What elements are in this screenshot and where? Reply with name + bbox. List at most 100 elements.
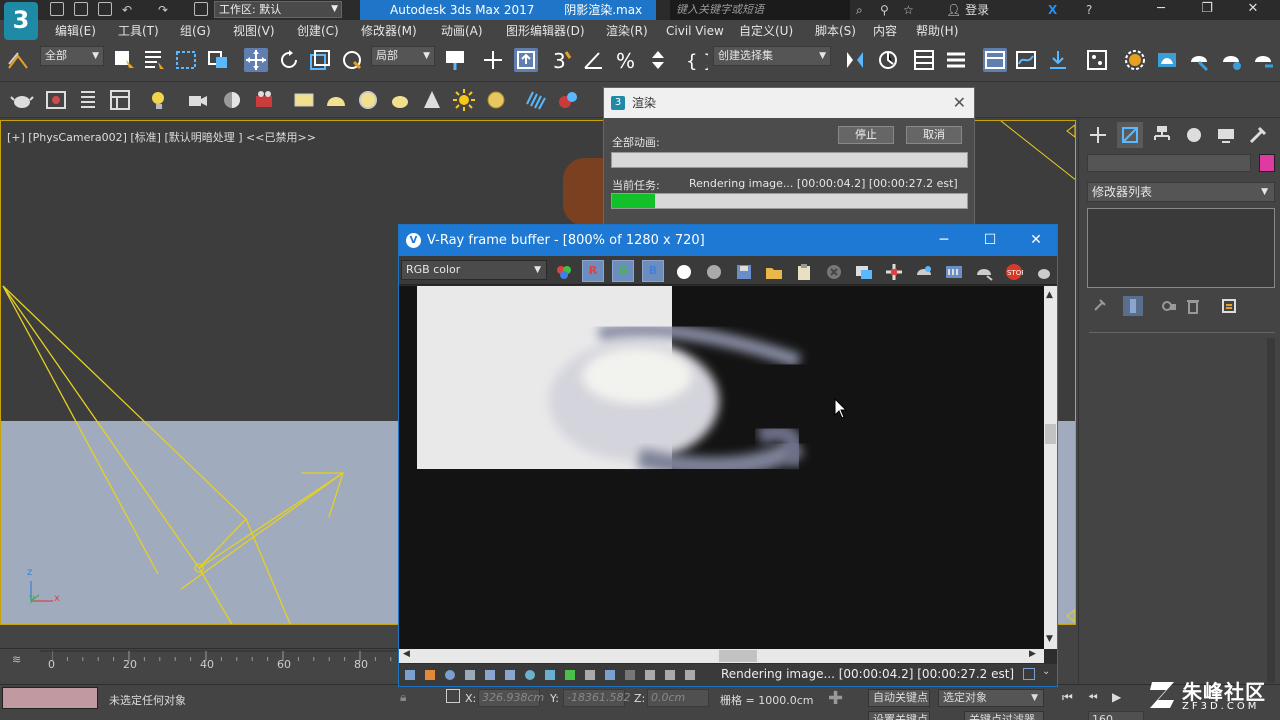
selection-filter-dropdown[interactable]: 全部 ▼: [40, 46, 104, 66]
menu-edit[interactable]: 编辑(E): [55, 23, 96, 39]
scene-explorer-icon[interactable]: [912, 48, 936, 72]
select-and-place-icon[interactable]: [340, 48, 364, 72]
play-icon[interactable]: ▶: [1112, 690, 1121, 704]
link-icon[interactable]: [6, 50, 30, 74]
select-manipulate-icon[interactable]: [481, 48, 505, 72]
selected-object-dropdown[interactable]: 选定对象 ▼: [938, 689, 1044, 707]
render-frame-icon[interactable]: [44, 88, 68, 112]
menu-modifiers[interactable]: 修改器(M): [361, 23, 417, 39]
maxscript-listener-swatch[interactable]: [2, 687, 98, 709]
menu-graph-editors[interactable]: 图形编辑器(D): [506, 23, 585, 39]
viewport-label[interactable]: [+] [PhysCamera002] [标准] [默认明暗处理 ] <<已禁用…: [7, 129, 316, 145]
previous-frame-icon[interactable]: ⏪︎: [1088, 690, 1098, 705]
pivot-center-icon[interactable]: [443, 48, 467, 72]
minimize-button[interactable]: ─: [1146, 0, 1176, 20]
new-file-icon[interactable]: [50, 2, 64, 16]
expand-icon[interactable]: ⌄: [1042, 666, 1050, 677]
project-folder-icon[interactable]: [194, 2, 208, 16]
render-iterative-icon[interactable]: [1219, 48, 1243, 72]
timeline[interactable]: ≋ 0 20 40 60 80: [0, 648, 398, 682]
render-last-icon[interactable]: [975, 263, 993, 281]
render-region-icon[interactable]: [915, 263, 933, 281]
help-icon[interactable]: ?: [1086, 2, 1092, 18]
save-file-icon[interactable]: [98, 2, 112, 16]
close-button[interactable]: ✕: [1238, 0, 1268, 20]
panel-scrollbar[interactable]: [1267, 338, 1275, 683]
binoculars-icon[interactable]: ⌕: [856, 2, 863, 18]
ribbon-toggle-icon[interactable]: [983, 48, 1007, 72]
maximize-button[interactable]: ☐: [973, 225, 1007, 256]
curve-editor-icon[interactable]: [1014, 48, 1038, 72]
vray-light-icon[interactable]: [148, 88, 172, 112]
modifier-stack[interactable]: [1087, 208, 1275, 288]
minimize-button[interactable]: ─: [927, 225, 961, 256]
menu-content[interactable]: 内容: [873, 23, 897, 39]
material-editor-icon[interactable]: [1085, 48, 1109, 72]
vfb-bottom-tools[interactable]: [403, 668, 713, 682]
reference-coordinate-dropdown[interactable]: 局部 ▼: [371, 46, 435, 66]
alpha-white-icon[interactable]: [675, 263, 693, 281]
menu-scripting[interactable]: 脚本(S): [815, 23, 856, 39]
select-and-scale-icon[interactable]: [308, 48, 332, 72]
vray-log-icon[interactable]: [76, 88, 100, 112]
scroll-right-icon[interactable]: ▶: [1029, 649, 1036, 659]
cancel-button[interactable]: 取消: [906, 126, 962, 144]
object-color-swatch[interactable]: [1259, 154, 1275, 172]
app-logo[interactable]: 3: [4, 2, 38, 40]
make-unique-icon[interactable]: [1159, 296, 1179, 316]
modify-tab-icon[interactable]: [1117, 122, 1143, 148]
star-icon[interactable]: ☆: [903, 2, 914, 18]
set-key-button[interactable]: 设置关键点: [868, 711, 930, 720]
vray-fur-icon[interactable]: [524, 88, 548, 112]
login-button[interactable]: 👤︎ 登录: [946, 0, 989, 20]
menu-group[interactable]: 组(G): [180, 23, 211, 39]
utilities-tab-icon[interactable]: [1245, 122, 1271, 148]
align-icon[interactable]: [876, 48, 900, 72]
render-cloud-icon[interactable]: [1251, 48, 1275, 72]
close-button[interactable]: ✕: [1019, 225, 1053, 256]
vertical-scrollbar[interactable]: ▲ ▼: [1044, 286, 1057, 649]
close-icon[interactable]: ✕: [953, 88, 966, 118]
green-channel-button[interactable]: G: [612, 260, 634, 282]
display-tab-icon[interactable]: [1213, 122, 1239, 148]
open-file-icon[interactable]: [74, 2, 88, 16]
teapot-icon[interactable]: [10, 88, 34, 112]
menu-tools[interactable]: 工具(T): [118, 23, 159, 39]
z-coord-field[interactable]: 0.0cm: [647, 689, 709, 707]
angle-snap-icon[interactable]: [582, 48, 606, 72]
object-name-field[interactable]: [1087, 154, 1251, 172]
copy-to-max-fb-icon[interactable]: [855, 263, 873, 281]
vray-dome-camera-icon[interactable]: [252, 88, 276, 112]
y-coord-field[interactable]: -18361.582: [563, 689, 630, 707]
absolute-mode-icon[interactable]: [446, 689, 460, 703]
vray-sphere-light-icon[interactable]: [356, 88, 380, 112]
vray-sphere-icon[interactable]: [220, 88, 244, 112]
auto-key-button[interactable]: 自动关键点: [868, 689, 930, 707]
select-and-move-icon[interactable]: [244, 48, 268, 72]
subscription-icon[interactable]: ⚲: [880, 2, 889, 18]
hierarchy-tab-icon[interactable]: [1149, 122, 1175, 148]
search-input[interactable]: 键入关键字或短语: [670, 0, 850, 20]
vray-camera-icon[interactable]: [186, 88, 210, 112]
lock-selection-icon[interactable]: 🔒︎: [400, 690, 406, 705]
undo-icon[interactable]: ↶: [122, 2, 132, 18]
menu-animation[interactable]: 动画(A): [441, 23, 483, 39]
select-object-icon[interactable]: [112, 48, 136, 72]
layer-explorer-icon[interactable]: [944, 48, 968, 72]
menu-customize[interactable]: 自定义(U): [739, 23, 793, 39]
load-image-icon[interactable]: [765, 263, 783, 281]
configure-modifier-sets-icon[interactable]: [1219, 296, 1239, 316]
goto-start-icon[interactable]: ⏮: [1062, 690, 1073, 705]
key-filters-button[interactable]: 关键点过滤器: [964, 711, 1044, 720]
menu-rendering[interactable]: 渲染(R): [606, 23, 648, 39]
scroll-left-icon[interactable]: ◀: [403, 649, 410, 659]
horizontal-scroll-thumb[interactable]: [719, 650, 757, 662]
window-crossing-icon[interactable]: [206, 48, 230, 72]
vray-settings-icon[interactable]: [108, 88, 132, 112]
rect-selection-region-icon[interactable]: [174, 48, 198, 72]
vray-sun-icon[interactable]: [452, 88, 476, 112]
vray-proxy-icon[interactable]: [556, 88, 580, 112]
maximize-button[interactable]: ❐: [1192, 0, 1222, 20]
scroll-up-icon[interactable]: ▲: [1046, 290, 1053, 300]
show-end-result-icon[interactable]: [1123, 296, 1143, 316]
